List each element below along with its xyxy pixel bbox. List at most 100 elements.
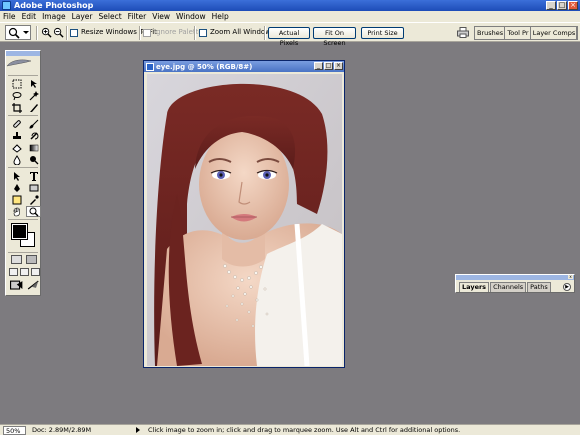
chevron-down-icon	[23, 31, 29, 34]
standard-screen-mode-button[interactable]	[9, 268, 18, 276]
note-icon	[12, 195, 21, 204]
crop-tool[interactable]	[9, 102, 24, 113]
move-tool[interactable]	[26, 78, 41, 89]
divider	[8, 252, 38, 253]
resize-windows-checkbox[interactable]	[70, 29, 78, 37]
separator	[66, 26, 68, 40]
dodge-icon	[29, 155, 38, 164]
status-bar: 50% Doc: 2.89M/2.89M Click image to zoom…	[0, 424, 580, 435]
magic-wand-tool[interactable]	[26, 90, 41, 101]
palette-well-tab-tool-presets[interactable]: Tool Pr	[505, 27, 531, 39]
rectangle-icon	[29, 184, 38, 191]
photoshop-app-icon[interactable]	[2, 1, 11, 10]
menu-image[interactable]: Image	[42, 12, 66, 21]
toolbox	[5, 50, 41, 296]
eyedropper-tool[interactable]	[26, 194, 41, 205]
eraser-tool[interactable]	[9, 142, 24, 153]
dodge-tool[interactable]	[26, 154, 41, 165]
zoom-level-field[interactable]: 50%	[3, 425, 26, 435]
menu-layer[interactable]: Layer	[72, 12, 93, 21]
path-selection-tool[interactable]	[9, 170, 24, 181]
divider	[8, 219, 38, 220]
history-brush-tool[interactable]	[26, 130, 41, 141]
full-screen-menu-mode-button[interactable]	[20, 268, 29, 276]
eraser-icon	[11, 143, 22, 153]
bandage-icon	[12, 119, 21, 128]
palette-well-tab-layer-comps[interactable]: Layer Comps	[530, 27, 577, 39]
zoom-in-icon[interactable]	[41, 27, 52, 38]
menu-filter[interactable]: Filter	[128, 12, 147, 21]
brush-icon	[28, 119, 38, 129]
marquee-tool[interactable]	[9, 78, 24, 89]
tool-preset-picker[interactable]	[5, 25, 31, 40]
image-canvas[interactable]	[147, 74, 342, 366]
menu-edit[interactable]: Edit	[22, 12, 37, 21]
doc-close-button[interactable]: ×	[334, 62, 343, 70]
standard-mode-button[interactable]	[11, 255, 22, 264]
gradient-icon	[29, 144, 38, 151]
separator	[194, 26, 196, 40]
actual-pixels-button[interactable]: Actual Pixels	[268, 27, 310, 47]
zoom-tool-icon	[8, 27, 20, 39]
shape-tool[interactable]	[26, 182, 41, 193]
tab-paths[interactable]: Paths	[527, 282, 551, 292]
quick-mask-mode-button[interactable]	[26, 255, 37, 264]
gradient-tool[interactable]	[26, 142, 41, 153]
imageready-feather-icon[interactable]	[27, 280, 41, 290]
tab-channels[interactable]: Channels	[490, 282, 527, 292]
palette-well-tab-brushes[interactable]: Brushes	[475, 27, 506, 39]
menu-window[interactable]: Window	[176, 12, 206, 21]
document-titlebar[interactable]: eye.jpg @ 50% (RGB/8#) _ □ ×	[144, 61, 344, 72]
status-menu-arrow-icon[interactable]	[136, 427, 140, 433]
zoom-all-windows-checkbox[interactable]	[199, 29, 207, 37]
printer-icon[interactable]	[457, 27, 469, 38]
tab-layers[interactable]: Layers	[459, 282, 490, 292]
hand-tool[interactable]	[9, 206, 24, 217]
zoom-tool-icon	[29, 207, 38, 216]
healing-brush-tool[interactable]	[9, 118, 24, 129]
zoom-out-icon[interactable]	[53, 27, 64, 38]
lasso-icon	[12, 91, 21, 100]
zoom-tool[interactable]	[26, 206, 41, 217]
layers-palette: x Layers Channels Paths ▶	[455, 274, 575, 293]
maximize-button[interactable]: □	[557, 1, 567, 10]
minimize-button[interactable]: _	[546, 1, 556, 10]
marquee-icon	[12, 79, 21, 88]
menu-view[interactable]: View	[152, 12, 170, 21]
drop-icon	[12, 154, 21, 165]
clone-stamp-tool[interactable]	[9, 130, 24, 141]
slice-icon	[29, 103, 38, 112]
palette-menu-icon[interactable]: ▶	[563, 283, 571, 291]
print-size-button[interactable]: Print Size	[361, 27, 404, 39]
toolbox-titlebar[interactable]	[6, 51, 40, 56]
notes-tool[interactable]	[9, 194, 24, 205]
foreground-color-swatch[interactable]	[11, 223, 28, 240]
palette-close-icon[interactable]: x	[568, 275, 573, 279]
pen-tool[interactable]	[9, 182, 24, 193]
status-hint-text: Click image to zoom in; click and drag t…	[148, 426, 461, 434]
layers-palette-titlebar[interactable]: x	[456, 275, 574, 280]
menu-file[interactable]: File	[3, 12, 16, 21]
jump-to-imageready-icon[interactable]	[10, 280, 24, 290]
menu-help[interactable]: Help	[212, 12, 229, 21]
brush-tool[interactable]	[26, 118, 41, 129]
stamp-icon	[12, 131, 21, 139]
doc-minimize-button[interactable]: _	[314, 62, 323, 70]
type-tool[interactable]	[26, 170, 41, 181]
blur-tool[interactable]	[9, 154, 24, 165]
separator	[36, 26, 38, 40]
lasso-tool[interactable]	[9, 90, 24, 101]
full-screen-mode-button[interactable]	[31, 268, 40, 276]
eyedropper-icon	[29, 194, 39, 205]
menu-select[interactable]: Select	[99, 12, 122, 21]
fit-on-screen-button[interactable]: Fit On Screen	[313, 27, 356, 47]
slice-tool[interactable]	[26, 102, 41, 113]
adobe-online-feather-icon[interactable]	[6, 58, 32, 68]
history-brush-icon	[29, 131, 38, 140]
separator	[264, 26, 266, 40]
divider	[8, 167, 38, 168]
options-bar: Resize Windows To Fit Ignore Palettes Zo…	[0, 22, 580, 47]
doc-maximize-button[interactable]: □	[324, 62, 333, 70]
photoshop-document-icon	[146, 62, 154, 71]
close-button[interactable]: ×	[568, 1, 578, 10]
